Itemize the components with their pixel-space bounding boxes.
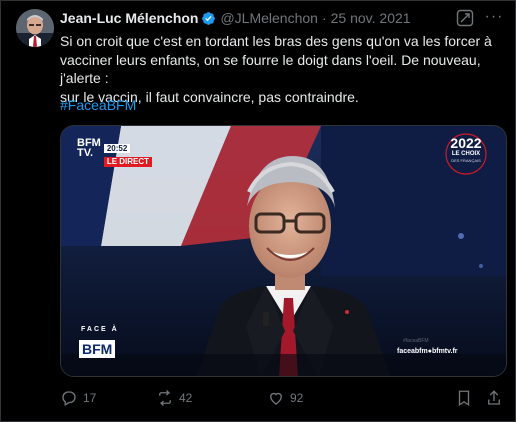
repost-icon <box>156 389 174 407</box>
tweet-media-image[interactable]: BFM TV. 20:52 LE DIRECT 2022 LE CHOIX DE… <box>60 125 507 377</box>
tweet-text-line: Si on croit que c'est en tordant les bra… <box>60 33 492 49</box>
share-icon <box>485 389 503 407</box>
live-indicator: 20:52 LE DIRECT <box>103 138 153 167</box>
reply-icon <box>60 389 78 407</box>
badge-subtitle-small: DES FRANÇAIS <box>451 158 481 163</box>
tweet-text: Si on croit que c'est en tordant les bra… <box>60 32 510 106</box>
live-time: 20:52 <box>103 144 131 153</box>
tweet-card[interactable]: Jean-Luc Mélenchon @JLMelenchon · 25 nov… <box>0 0 516 422</box>
bfm-live-logo: BFM TV. 20:52 LE DIRECT <box>77 138 153 167</box>
like-count: 92 <box>290 391 304 405</box>
election-2022-badge: 2022 LE CHOIX DES FRANÇAIS <box>441 136 491 170</box>
tweet-text-line: vacciner leurs enfants, on se fourre le … <box>60 51 481 87</box>
tweet-header: Jean-Luc Mélenchon @JLMelenchon · 25 nov… <box>60 9 411 27</box>
hashtag-link[interactable]: #FaceaBFM <box>60 97 136 113</box>
avatar[interactable] <box>16 9 54 47</box>
bookmark-icon <box>455 389 473 407</box>
live-label: LE DIRECT <box>103 157 153 167</box>
reply-count: 17 <box>83 391 97 405</box>
show-url-overlay: faceabfm●bfmtv.fr <box>397 348 458 355</box>
header-separator: · <box>321 10 327 26</box>
repost-count: 42 <box>179 391 193 405</box>
verified-badge-icon <box>201 11 216 26</box>
repost-button[interactable]: 42 <box>156 387 192 409</box>
reply-button[interactable]: 17 <box>60 387 96 409</box>
heart-icon <box>267 389 285 407</box>
badge-subtitle: LE CHOIX <box>451 151 481 157</box>
bfm-tv-logo: BFM TV. <box>77 138 101 159</box>
bookmark-button[interactable] <box>455 387 473 409</box>
face-a-label: FACE À <box>81 326 119 333</box>
bfm-tv-logo-line: TV. <box>77 147 94 159</box>
show-hashtag-overlay: #faceaBFM <box>403 338 429 344</box>
author-handle[interactable]: @JLMelenchon <box>220 10 318 26</box>
author-name[interactable]: Jean-Luc Mélenchon <box>60 10 198 26</box>
badge-year: 2022 <box>450 135 482 151</box>
like-button[interactable]: 92 <box>267 387 303 409</box>
share-button[interactable] <box>485 387 503 409</box>
tweet-actions-bar: 17 42 92 <box>60 387 507 409</box>
grok-icon[interactable] <box>456 9 474 27</box>
face-a-bfm-logo: BFM <box>79 340 116 358</box>
tweet-date[interactable]: 25 nov. 2021 <box>331 10 411 26</box>
more-options-icon[interactable]: ··· <box>484 7 504 27</box>
